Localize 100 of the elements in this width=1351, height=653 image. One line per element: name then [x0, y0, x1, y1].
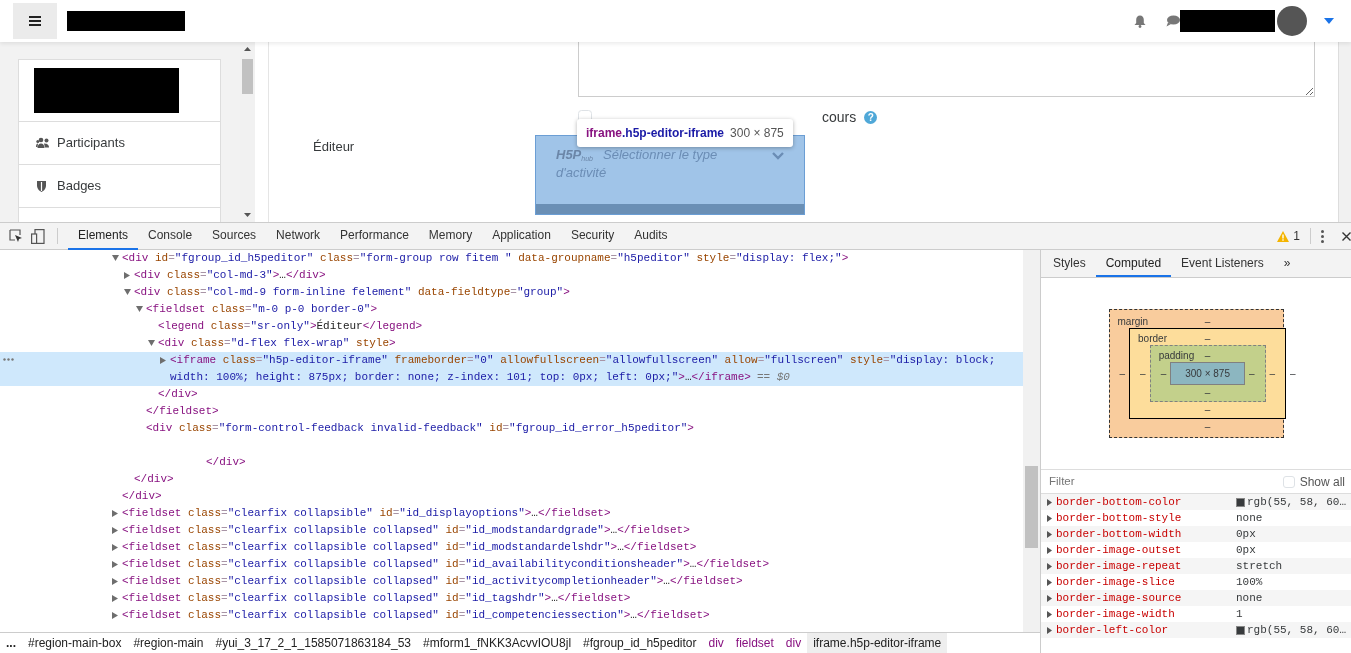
box-value: –	[1204, 349, 1211, 362]
filter-field[interactable]: Filter	[1047, 471, 1283, 492]
breadcrumb[interactable]: div	[702, 632, 730, 653]
box-value: –	[1204, 403, 1211, 416]
element-tooltip: iframe.h5p-editor-iframe 300 × 875	[577, 119, 793, 147]
breadcrumb[interactable]: ...	[0, 632, 22, 653]
collapsed-triangle-icon[interactable]	[160, 357, 166, 364]
caret-icon[interactable]	[1324, 18, 1334, 24]
menu-icon	[29, 16, 41, 26]
property-name: border-image-outset	[1056, 542, 1183, 558]
breadcrumb[interactable]: iframe.h5p-editor-iframe	[807, 632, 948, 653]
collapsed-triangle-icon[interactable]	[112, 595, 118, 602]
devtools-tab[interactable]: Sources	[202, 223, 267, 250]
checkbox[interactable]	[1282, 475, 1295, 488]
dom-node-line[interactable]: <fieldset class="clearfix collapsible collapsed" id="id_modstandardelshdr">…</fieldset>	[122, 539, 717, 556]
breadcrumb[interactable]: #region-main	[127, 632, 210, 653]
dom-node-line[interactable]: <fieldset class="clearfix collapsible" id="id_displayoptions">…</fieldset>	[122, 505, 631, 522]
sidebar-tab[interactable]: Event Listeners	[1171, 250, 1274, 277]
property-name: border-image-source	[1056, 590, 1183, 606]
scroll-up-icon	[244, 47, 251, 51]
devtools-tab[interactable]: Console	[138, 223, 203, 250]
expanded-triangle-icon[interactable]	[136, 306, 143, 312]
close-icon[interactable]	[1342, 231, 1351, 241]
devtools-tab[interactable]: Security	[560, 223, 625, 250]
breadcrumb[interactable]: #region-main-box	[22, 632, 128, 653]
dom-node-line[interactable]: </div>	[122, 488, 182, 505]
collapsed-triangle-icon[interactable]	[112, 510, 118, 517]
devtools-tab[interactable]: Performance	[330, 223, 419, 250]
row-menu-icon[interactable]	[3, 358, 14, 361]
collapsed-triangle-icon[interactable]	[112, 612, 118, 619]
scroll-down-icon	[244, 213, 251, 217]
dom-node-line[interactable]: <legend class="sr-only">Éditeur</legend>	[158, 318, 443, 335]
dom-node-line[interactable]: <fieldset class="m-0 p-0 border-0">	[146, 301, 398, 318]
devtools-tab[interactable]: Network	[266, 223, 331, 250]
collapsed-triangle-icon[interactable]	[112, 561, 118, 568]
dom-node-line[interactable]: </div>	[158, 386, 218, 403]
dom-node-line[interactable]: <div class="col-md-9 form-inline felement" data-fieldtype="group">	[134, 284, 590, 301]
devtools-tab[interactable]: Audits	[624, 223, 678, 250]
box-label: padding	[1158, 349, 1195, 363]
chevron-down-icon	[772, 152, 784, 160]
collapsed-triangle-icon[interactable]	[112, 578, 118, 585]
scrollbar[interactable]	[1338, 42, 1351, 222]
breadcrumb[interactable]: fieldset	[729, 632, 780, 653]
dom-node-line[interactable]: </div>	[206, 454, 266, 471]
content-box: 300 × 875	[1170, 362, 1245, 385]
menu-button[interactable]	[13, 3, 57, 39]
property-value: 0px	[1236, 526, 1256, 542]
property-name: border-image-repeat	[1056, 558, 1183, 574]
box-value: –	[1268, 367, 1277, 381]
scrollbar-thumb[interactable]	[1025, 466, 1038, 548]
dom-node-line[interactable]: <div id="fgroup_id_h5peditor" class="form-group row fitem " data-groupname="h5peditor" style="display: flex;">	[122, 250, 869, 267]
property-value: stretch	[1236, 558, 1283, 574]
breadcrumb[interactable]: #fgroup_id_h5peditor	[577, 632, 703, 653]
chat-icon[interactable]	[1166, 15, 1180, 27]
dom-node-line[interactable]: </div>	[134, 471, 194, 488]
property-value: 1	[1236, 606, 1243, 622]
expanded-triangle-icon[interactable]	[112, 255, 119, 261]
more-tabs-button[interactable]: »	[1273, 250, 1301, 277]
collapsed-triangle-icon[interactable]	[112, 544, 118, 551]
checkbox-label: Show all	[1299, 473, 1345, 491]
breadcrumb[interactable]: div	[779, 632, 808, 653]
property-value: 0px	[1236, 542, 1256, 558]
collapsed-triangle-icon[interactable]	[112, 527, 118, 534]
box-value: –	[1204, 420, 1211, 433]
dom-node-line[interactable]: <div class="form-control-feedback invalid-feedback" id="fgroup_id_error_h5peditor">	[146, 420, 714, 437]
collapsed-triangle-icon[interactable]	[124, 272, 130, 279]
property-value: rgb(55, 58, 60…	[1247, 494, 1347, 510]
scrollbar[interactable]	[1023, 250, 1040, 632]
devtools-tab[interactable]: Memory	[418, 223, 483, 250]
sidebar-tab[interactable]: Computed	[1095, 250, 1172, 277]
breadcrumb[interactable]: #mform1_fNKK3AcvvIOU8jl	[417, 632, 578, 653]
breadcrumb[interactable]: #yui_3_17_2_1_1585071863184_53	[209, 632, 417, 653]
property-name: border-image-slice	[1056, 574, 1176, 590]
bell-icon[interactable]	[1134, 14, 1146, 28]
dom-node-line[interactable]: </fieldset>	[146, 403, 239, 420]
scrollbar-thumb[interactable]	[242, 59, 253, 94]
device-icon[interactable]	[31, 228, 45, 244]
warning-count[interactable]: 1	[1293, 227, 1300, 245]
sidebar-item[interactable]: Participants	[19, 121, 220, 164]
devtools-tab[interactable]: Elements	[68, 223, 139, 250]
more-options-icon[interactable]	[1321, 229, 1324, 243]
dom-node-line[interactable]: <fieldset class="clearfix collapsible collapsed" id="id_activitycompletionheader">…</fieldset>	[122, 573, 763, 590]
dom-node-line[interactable]: <div class="col-md-3">…</div>	[134, 267, 346, 284]
dom-node-line[interactable]: <div class="d-flex flex-wrap" style>	[158, 335, 416, 352]
sidebar-tab[interactable]: Styles	[1043, 250, 1096, 277]
expanded-triangle-icon[interactable]	[124, 289, 131, 295]
inspect-icon[interactable]	[9, 229, 23, 243]
dom-node-line[interactable]: <fieldset class="clearfix collapsible collapsed" id="id_competenciessection">…</fieldset>	[122, 607, 730, 624]
box-value: –	[1204, 315, 1211, 328]
avatar[interactable]	[1277, 6, 1307, 36]
sidebar-item[interactable]: Badges	[19, 164, 220, 207]
devtools-tab[interactable]: Application	[482, 223, 561, 250]
dom-node-line[interactable]: <fieldset class="clearfix collapsible collapsed" id="id_availabilityconditionsheader">…</fieldset>	[122, 556, 789, 573]
expanded-triangle-icon[interactable]	[148, 340, 155, 346]
property-name: border-bottom-width	[1056, 526, 1183, 542]
property-value: 100%	[1236, 574, 1263, 590]
dom-node-line[interactable]: <fieldset class="clearfix collapsible collapsed" id="id_tagshdr">…</fieldset>	[122, 590, 651, 607]
box-value: –	[1204, 332, 1211, 345]
property-value: none	[1236, 590, 1263, 606]
dom-node-line[interactable]: <fieldset class="clearfix collapsible collapsed" id="id_modstandardgrade">…</fieldset>	[122, 522, 710, 539]
